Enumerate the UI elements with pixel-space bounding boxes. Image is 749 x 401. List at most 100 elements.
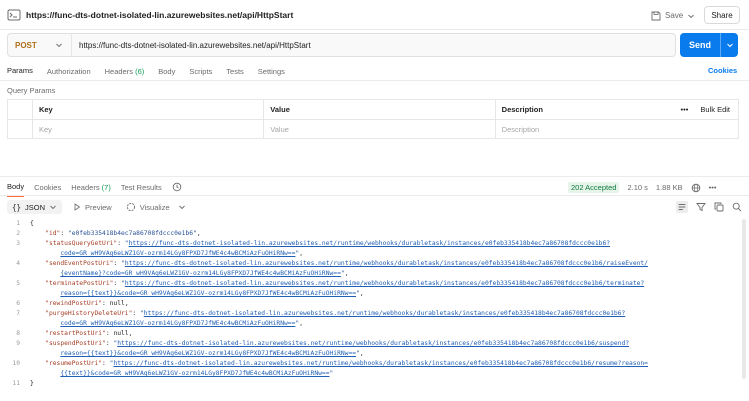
key-input[interactable]: Key <box>31 120 263 138</box>
code-text: {{text}}&code=GR_wH9VAg6eLWZ1GV-ozrm14LG… <box>30 369 333 379</box>
send-label: Send <box>688 40 711 50</box>
json-link[interactable]: {{text}}&code=GR_wH9VAg6eLWZ1GV-ozrm14LG… <box>60 370 329 377</box>
more-options-icon[interactable]: ••• <box>709 183 717 192</box>
json-link[interactable]: https://func-dts-dotnet-isolated-lin.azu… <box>125 260 648 267</box>
code-line: 9 "suspendPostUri": "https://func-dts-do… <box>0 339 749 349</box>
send-button[interactable]: Send <box>680 33 738 57</box>
json-link[interactable]: {eventName}?code=GR_wH9VAg6eLWZ1GV-ozrm1… <box>60 270 341 277</box>
format-select[interactable]: {} JSON <box>7 200 63 214</box>
json-key: "restartPostUri" <box>45 330 106 337</box>
wrap-lines-icon[interactable] <box>676 201 688 213</box>
json-link[interactable]: code=GR_wH9VAg6eLWZ1GV-ozrm14LGy8FPXD7Jf… <box>60 320 295 327</box>
json-comma: , <box>196 230 201 237</box>
code-line: 1 { <box>0 219 749 229</box>
json-comma: , <box>359 290 364 297</box>
tab-label: Settings <box>257 66 285 76</box>
copy-icon[interactable] <box>714 202 724 212</box>
chevron-down-icon <box>726 43 733 48</box>
bulk-edit-link[interactable]: Bulk Edit <box>700 105 730 114</box>
json-key: "rewindPostUri" <box>45 300 103 307</box>
json-link[interactable]: code=GR_wH9VAg6eLWZ1GV-ozrm14LGy8FPXD7Jf… <box>60 250 295 257</box>
response-toolbar: {} JSON Preview Visualize <box>7 200 189 214</box>
json-null: null <box>109 300 125 307</box>
tab-tests[interactable]: Tests <box>226 67 244 81</box>
json-key: "purgeHistoryDeleteUri" <box>45 310 133 317</box>
json-comma: , <box>344 270 349 277</box>
globe-icon[interactable] <box>691 183 701 193</box>
response-time[interactable]: 2.10 s <box>627 183 647 192</box>
response-scrollbar[interactable] <box>742 219 746 379</box>
json-link[interactable]: https://func-dts-dotnet-isolated-lin.azu… <box>144 310 625 317</box>
json-link[interactable]: https://func-dts-dotnet-isolated-lin.azu… <box>125 280 644 287</box>
json-comma: , <box>128 330 133 337</box>
line-number-blank <box>0 289 30 299</box>
save-button[interactable]: Save <box>651 7 695 24</box>
tab-label: Test Results <box>120 182 162 192</box>
tab-params[interactable]: Params <box>7 66 33 81</box>
chevron-down-icon <box>56 43 62 48</box>
column-header-description: Description ••• Bulk Edit <box>494 100 738 119</box>
description-input[interactable]: Description <box>494 120 738 138</box>
request-title[interactable]: https://func-dts-dotnet-isolated-lin.azu… <box>26 10 293 20</box>
json-link[interactable]: reason={{text}}&code=GR_wH9VAg6eLWZ1GV-o… <box>60 350 356 357</box>
tab-body[interactable]: Body <box>158 67 175 81</box>
status-badge[interactable]: 202 Accepted <box>568 182 620 193</box>
line-number: 3 <box>16 240 20 247</box>
json-comma: , <box>359 350 364 357</box>
tab-label: Scripts <box>189 66 213 76</box>
json-link[interactable]: reason={{text}}&code=GR_wH9VAg6eLWZ1GV-o… <box>60 290 356 297</box>
method-label: POST <box>15 40 37 50</box>
tab-authorization[interactable]: Authorization <box>47 67 91 81</box>
json-link[interactable]: https://func-dts-dotnet-isolated-lin.azu… <box>117 340 629 347</box>
response-status: 202 Accepted 2.10 s 1.88 KB ••• <box>568 182 716 193</box>
history-icon[interactable] <box>172 182 182 192</box>
preview-button[interactable]: Preview <box>70 200 115 214</box>
more-options-icon[interactable]: ••• <box>681 105 689 114</box>
filter-icon[interactable] <box>696 202 706 212</box>
value-input[interactable]: Value <box>263 120 494 138</box>
search-icon[interactable] <box>732 202 742 212</box>
tab-count: (6) <box>135 66 145 76</box>
code-line: 2 "id": "e0feb335418b4ec7a86708fdccc0e1b… <box>0 229 749 239</box>
query-params-table: Key Value Description ••• Bulk Edit Key … <box>7 99 739 139</box>
tab-label: Params <box>7 66 33 75</box>
visualize-button[interactable]: Visualize <box>123 200 189 214</box>
json-comma: , <box>299 250 303 257</box>
share-button[interactable]: Share <box>704 6 740 24</box>
line-number: 1 <box>16 220 20 227</box>
line-number: 2 <box>16 230 20 237</box>
code-text: "statusQueryGetUri": "https://func-dts-d… <box>30 239 610 249</box>
json-quote: " <box>329 370 334 377</box>
code-text: } <box>30 380 34 387</box>
response-tabs-divider <box>0 195 749 196</box>
tab-label: Headers <box>104 66 133 76</box>
json-link[interactable]: https://func-dts-dotnet-isolated-lin.azu… <box>129 240 610 247</box>
chevron-down-icon[interactable] <box>178 203 186 211</box>
code-text: reason={{text}}&code=GR_wH9VAg6eLWZ1GV-o… <box>30 349 364 359</box>
url-input[interactable]: https://func-dts-dotnet-isolated-lin.azu… <box>72 41 311 50</box>
code-line-continued: reason={{text}}&code=GR_wH9VAg6eLWZ1GV-o… <box>0 349 749 359</box>
tab-headers[interactable]: Headers (6) <box>105 67 145 81</box>
line-number: 6 <box>16 300 20 307</box>
code-text: { <box>30 220 34 227</box>
json-colon: : <box>102 360 110 367</box>
visualize-icon <box>126 202 135 212</box>
chevron-down-icon[interactable] <box>687 12 695 20</box>
method-select[interactable]: POST <box>8 34 72 56</box>
response-divider[interactable] <box>0 176 749 177</box>
preview-label: Preview <box>85 202 112 212</box>
send-options-button[interactable] <box>720 33 738 57</box>
tab-count: (7) <box>101 182 111 192</box>
code-line: 11 } <box>0 379 749 389</box>
response-size[interactable]: 1.88 KB <box>656 183 683 192</box>
request-tabs: Params Authorization Headers (6) Body Sc… <box>7 66 299 81</box>
json-link[interactable]: https://func-dts-dotnet-isolated-lin.azu… <box>113 360 648 367</box>
response-body-code[interactable]: 1 { 2 "id": "e0feb335418b4ec7a86708fdccc… <box>0 219 749 389</box>
json-colon: : <box>102 300 110 307</box>
line-number: 5 <box>16 280 20 287</box>
tab-settings[interactable]: Settings <box>258 67 285 81</box>
cookies-link[interactable]: Cookies <box>708 66 737 75</box>
code-text: reason={{text}}&code=GR_wH9VAg6eLWZ1GV-o… <box>30 289 364 299</box>
code-text: "restartPostUri": null, <box>30 329 132 339</box>
tab-scripts[interactable]: Scripts <box>189 67 212 81</box>
